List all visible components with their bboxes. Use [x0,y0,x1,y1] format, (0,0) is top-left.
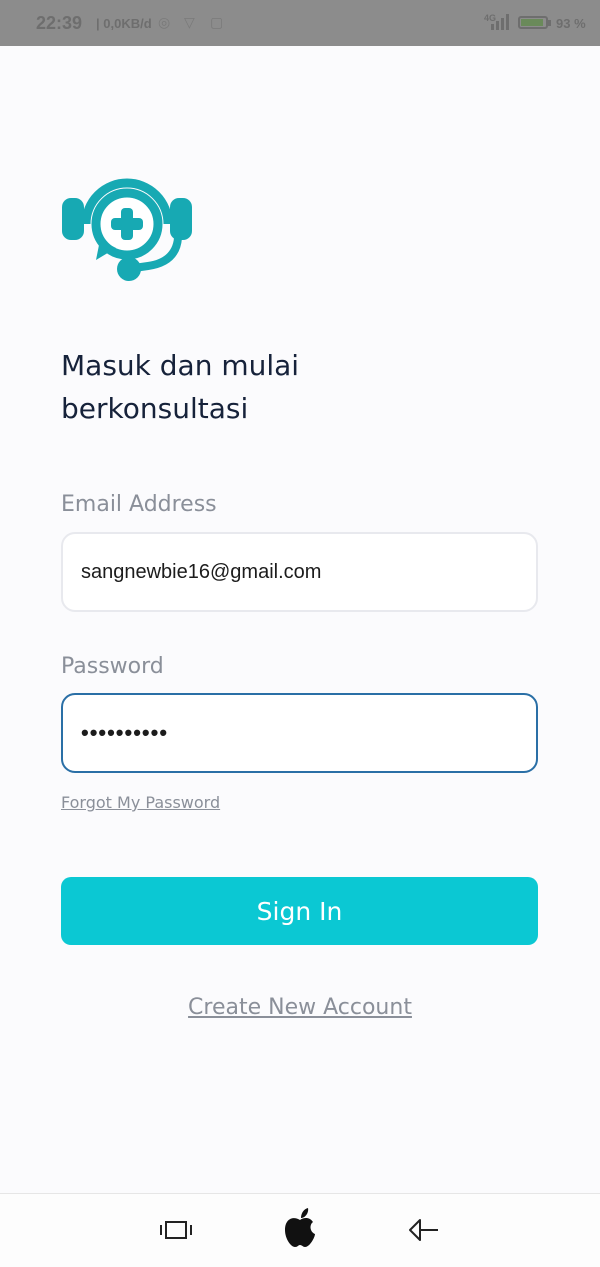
navigation-bar [0,1193,600,1267]
email-value: sangnewbie16@gmail.com [81,560,322,583]
battery-icon [518,16,548,29]
create-account-link[interactable]: Create New Account [0,995,600,1020]
password-value: •••••••••• [81,720,169,745]
forgot-password-link[interactable]: Forgot My Password [61,793,220,812]
notification-icon: ▢ [210,14,224,30]
password-label: Password [61,654,164,679]
page-title: Masuk dan mulai berkonsultasi [61,349,300,425]
home-apple-icon[interactable] [283,1208,317,1248]
email-label: Email Address [61,492,217,517]
battery-tip [548,20,551,26]
back-icon[interactable] [408,1218,440,1242]
sign-in-button[interactable]: Sign In [61,877,538,945]
signal-icon [491,14,509,30]
recent-apps-icon[interactable] [160,1220,192,1240]
status-bar: 22:39 | 0,0KB/d ◎ ▽ ▢ 4G 93 % [0,0,600,46]
battery-percent: 93 % [556,16,586,31]
status-network-speed: | 0,0KB/d [96,16,152,31]
notification-icon: ◎ [158,14,171,30]
notification-icon: ▽ [184,14,195,30]
password-field[interactable]: •••••••••• [61,693,538,773]
app-logo-icon [62,178,192,281]
email-field[interactable]: sangnewbie16@gmail.com [61,532,538,612]
status-time: 22:39 [36,13,83,33]
create-account-label[interactable]: Create New Account [188,995,412,1020]
